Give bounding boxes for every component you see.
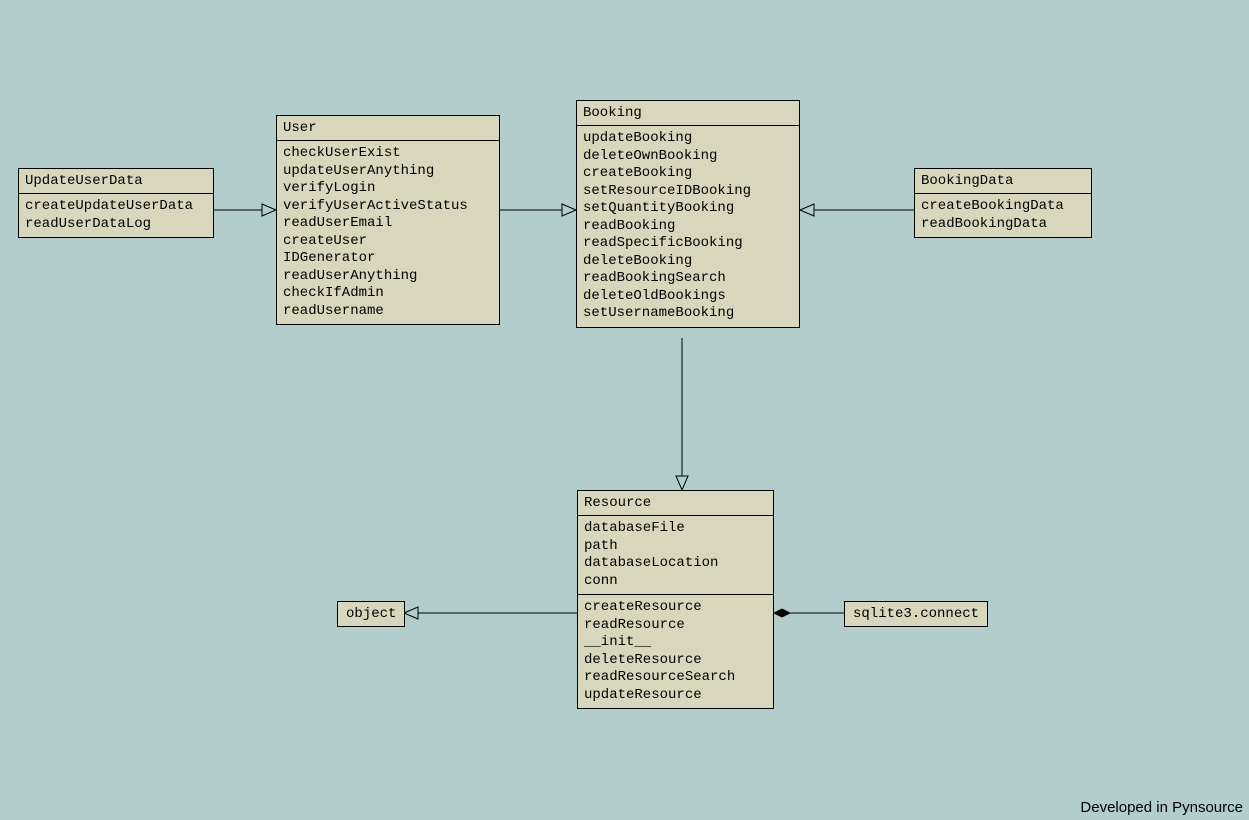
class-title: Resource	[578, 491, 773, 516]
class-resource[interactable]: Resource databaseFile path databaseLocat…	[577, 490, 774, 709]
methods-section: createBookingData readBookingData	[915, 194, 1091, 237]
class-title: sqlite3.connect	[853, 606, 979, 622]
class-bookingdata[interactable]: BookingData createBookingData readBookin…	[914, 168, 1092, 238]
class-title: Booking	[577, 101, 799, 126]
methods-section: updateBooking deleteOwnBooking createBoo…	[577, 126, 799, 327]
class-user[interactable]: User checkUserExist updateUserAnything v…	[276, 115, 500, 325]
class-updateuserdata[interactable]: UpdateUserData createUpdateUserData read…	[18, 168, 214, 238]
class-title: User	[277, 116, 499, 141]
credit-text: Developed in Pynsource	[1080, 799, 1243, 816]
attributes-section: databaseFile path databaseLocation conn	[578, 516, 773, 595]
class-title: object	[346, 606, 396, 622]
class-title: UpdateUserData	[19, 169, 213, 194]
class-title: BookingData	[915, 169, 1091, 194]
class-object[interactable]: object	[337, 601, 405, 627]
methods-section: createUpdateUserData readUserDataLog	[19, 194, 213, 237]
methods-section: createResource readResource __init__ del…	[578, 595, 773, 708]
class-booking[interactable]: Booking updateBooking deleteOwnBooking c…	[576, 100, 800, 328]
class-sqlite3-connect[interactable]: sqlite3.connect	[844, 601, 988, 627]
methods-section: checkUserExist updateUserAnything verify…	[277, 141, 499, 324]
